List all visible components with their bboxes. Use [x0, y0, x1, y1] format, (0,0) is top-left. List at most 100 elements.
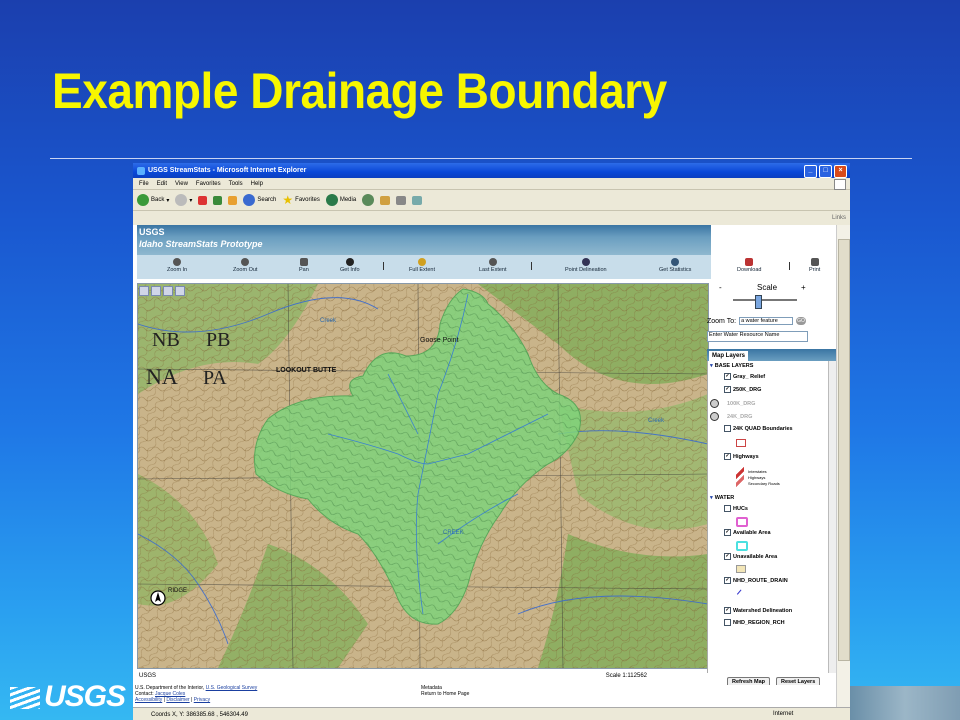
checkbox-checked[interactable]: ✓: [724, 386, 731, 393]
checkbox-checked[interactable]: ✓: [724, 577, 731, 584]
zoom-in-tool[interactable]: Zoom In: [167, 258, 187, 273]
forward-arrow-icon: [175, 194, 188, 206]
scale-slider-handle[interactable]: [755, 295, 762, 309]
water-resource-input[interactable]: Enter Water Resource Name: [707, 331, 808, 342]
layer-gray-relief[interactable]: ✓ Gray_ Relief: [724, 373, 765, 380]
go-button[interactable]: GO: [796, 317, 807, 325]
history-icon[interactable]: [362, 194, 375, 206]
last-extent-tool[interactable]: Last Extent: [479, 258, 507, 273]
ie-icon: [137, 166, 145, 175]
checkbox-unchecked[interactable]: [724, 619, 731, 626]
layer-24k-quad[interactable]: 24K QUAD Boundaries: [724, 425, 793, 432]
menu-favorites[interactable]: Favorites: [196, 181, 221, 187]
menu-tools[interactable]: Tools: [229, 181, 243, 187]
forward-button[interactable]: ▾: [175, 194, 192, 206]
point-icon: [581, 258, 590, 266]
menu-edit[interactable]: Edit: [157, 181, 167, 187]
zoom-to-select[interactable]: a water feature: [739, 317, 794, 325]
export-map-icon[interactable]: [175, 286, 185, 296]
print-map-icon[interactable]: [151, 286, 161, 296]
topographic-map[interactable]: NB PB NA PA Goose Point LOOKOUT BUTTE RI…: [138, 284, 708, 668]
menu-file[interactable]: File: [139, 181, 149, 187]
layer-nhd-region-rch[interactable]: NHD_REGION_RCH: [724, 619, 785, 626]
usgs-link[interactable]: U.S. Geological Survey: [206, 685, 258, 691]
map-footer-logo: USGS: [139, 673, 157, 679]
layer-250k-drg[interactable]: ✓ 250K_DRG: [724, 386, 761, 393]
download-tool[interactable]: Download: [737, 258, 761, 273]
browser-toolbar: Back ▾ ▾ Search ★ Favorites Media: [133, 190, 850, 211]
accessibility-link[interactable]: Accessibility: [135, 697, 162, 703]
close-button[interactable]: ×: [834, 165, 847, 178]
print-tool[interactable]: Print: [809, 258, 820, 273]
window-titlebar[interactable]: USGS StreamStats - Microsoft Internet Ex…: [133, 163, 850, 178]
layer-group-base[interactable]: ▾ BASE LAYERS: [710, 363, 753, 369]
checkbox-checked[interactable]: ✓: [724, 553, 731, 560]
page-scrollbar[interactable]: [836, 225, 850, 707]
refresh-icon[interactable]: [213, 195, 223, 205]
back-button[interactable]: Back ▾: [137, 194, 169, 206]
search-button[interactable]: Search: [243, 194, 276, 206]
privacy-link[interactable]: Privacy: [194, 697, 210, 703]
map-label: NA: [146, 364, 178, 389]
layer-nhd-route-drain[interactable]: ✓ NHD_ROUTE_DRAIN: [724, 577, 788, 584]
download-icon: [745, 258, 754, 266]
checkbox-unchecked[interactable]: [724, 425, 731, 432]
checkbox-checked[interactable]: ✓: [724, 453, 731, 460]
layer-hucs[interactable]: HUCs: [724, 505, 748, 512]
edit-icon[interactable]: [412, 195, 423, 205]
zoom-in-icon: [173, 258, 182, 266]
disclaimer-link[interactable]: Disclaimer: [166, 697, 189, 703]
info-icon: [345, 258, 354, 266]
checkbox-checked[interactable]: ✓: [724, 607, 731, 614]
save-map-icon[interactable]: [139, 286, 149, 296]
map-label: Creek: [648, 418, 665, 424]
layer-unavailable-area[interactable]: ✓ Unavailable Area: [724, 553, 777, 560]
legend-interstates: Interstates: [748, 469, 767, 474]
tab-map-layers[interactable]: Map Layers: [709, 351, 749, 361]
layers-map-icon[interactable]: [163, 286, 173, 296]
home-link[interactable]: Return to Home Page: [421, 691, 469, 697]
full-extent-tool[interactable]: Full Extent: [409, 258, 435, 273]
layer-highways[interactable]: ✓ Highways: [724, 453, 759, 460]
map-toolbar: Zoom In Zoom Out Pan Get Info Full Exten…: [137, 255, 711, 279]
zoom-out-tool[interactable]: Zoom Out: [233, 258, 257, 273]
home-icon[interactable]: [228, 195, 238, 205]
map-view[interactable]: NB PB NA PA Goose Point LOOKOUT BUTTE RI…: [137, 283, 709, 669]
unavailable-legend-swatch: [736, 565, 746, 573]
slide-title: Example Drainage Boundary: [52, 63, 667, 119]
layer-group-water[interactable]: ▾ WATER: [710, 495, 734, 501]
layers-scrollbar[interactable]: [828, 361, 836, 673]
print-icon[interactable]: [396, 195, 407, 205]
map-label: LOOKOUT BUTTE: [276, 367, 337, 374]
scrollbar-thumb[interactable]: [838, 239, 850, 661]
checkbox-checked[interactable]: ✓: [724, 529, 731, 536]
app-logo: USGS: [139, 227, 165, 237]
scale-plus[interactable]: +: [801, 283, 806, 292]
scale-slider-track[interactable]: [733, 299, 797, 301]
chevron-down-icon: ▾: [710, 495, 713, 501]
layer-watershed-delineation[interactable]: ✓ Watershed Delineation: [724, 607, 792, 614]
get-statistics-tool[interactable]: Get Statistics: [659, 258, 691, 273]
mail-icon[interactable]: [380, 195, 391, 205]
menu-help[interactable]: Help: [251, 181, 263, 187]
point-delineation-tool[interactable]: Point Delineation: [565, 258, 607, 273]
menu-view[interactable]: View: [175, 181, 188, 187]
layer-100k-drg[interactable]: 100K_DRG: [710, 399, 755, 408]
minimize-button[interactable]: _: [804, 165, 817, 178]
media-icon: [325, 194, 338, 206]
favorites-button[interactable]: ★ Favorites: [282, 193, 319, 207]
chevron-down-icon: ▾: [710, 363, 713, 369]
scale-minus[interactable]: -: [719, 283, 722, 292]
pan-tool[interactable]: Pan: [299, 258, 309, 273]
checkbox-checked[interactable]: ✓: [724, 373, 731, 380]
stop-icon[interactable]: [198, 195, 208, 205]
get-info-tool[interactable]: Get Info: [340, 258, 360, 273]
links-label[interactable]: Links: [832, 215, 846, 221]
slide-bottom-strip: [850, 686, 960, 720]
layer-available-area[interactable]: ✓ Available Area: [724, 529, 771, 536]
media-button[interactable]: Media: [325, 194, 356, 206]
checkbox-unchecked[interactable]: [724, 505, 731, 512]
layer-24k-drg[interactable]: 24K_DRG: [710, 412, 752, 421]
toolbar-separator: [789, 262, 790, 270]
maximize-button[interactable]: □: [819, 165, 832, 178]
